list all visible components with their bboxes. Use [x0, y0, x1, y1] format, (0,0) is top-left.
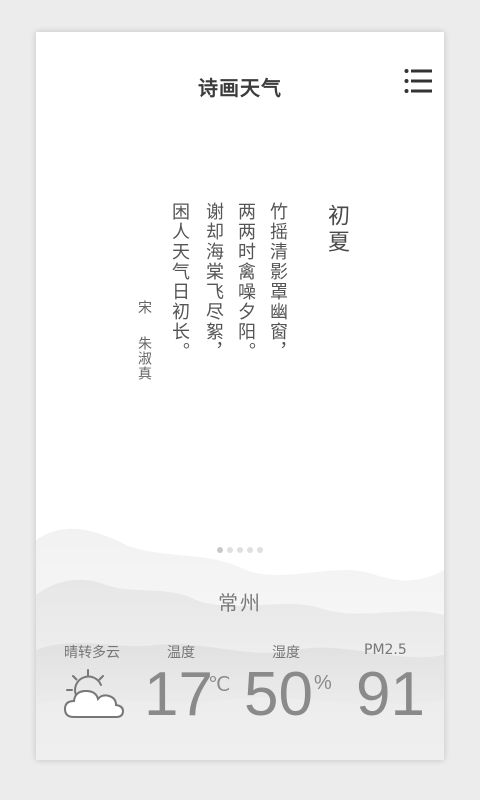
poem-line-2: 两两时禽噪夕阳。 [235, 202, 256, 362]
temperature-label: 温度 [167, 645, 195, 661]
temperature-unit: ℃ [208, 674, 231, 696]
temperature-value: 17 [144, 660, 213, 729]
pm25-value: 91 [356, 660, 425, 729]
menu-button[interactable] [404, 68, 432, 94]
city-name[interactable]: 常州 [36, 587, 444, 616]
poem-title: 初夏 [324, 204, 349, 256]
poem-line-1: 竹摇清影罩幽窗， [267, 202, 288, 362]
poem-author: 朱淑真 [136, 336, 152, 381]
poem-dynasty: 宋 [136, 300, 152, 315]
weather-condition: 晴转多云 [64, 645, 120, 661]
poem-panel[interactable]: 初夏 竹摇清影罩幽窗， 两两时禽噪夕阳。 谢却海棠飞尽絮， 困人天气日初长。 宋… [36, 202, 444, 462]
humidity-value: 50 [244, 660, 313, 729]
poem-line-3: 谢却海棠飞尽絮， [203, 202, 224, 362]
app-screen: 诗画天气 初夏 竹摇清影罩幽窗， 两两时禽噪夕阳。 谢却海棠飞尽絮， 困人天气日… [36, 32, 444, 760]
humidity-unit: % [314, 672, 332, 694]
poem-line-4: 困人天气日初长。 [169, 202, 190, 362]
humidity-label: 湿度 [272, 645, 300, 661]
list-menu-icon [404, 69, 432, 93]
partly-cloudy-icon [63, 669, 125, 718]
pm25-label: PM2.5 [364, 642, 407, 658]
page-title: 诗画天气 [198, 76, 282, 100]
